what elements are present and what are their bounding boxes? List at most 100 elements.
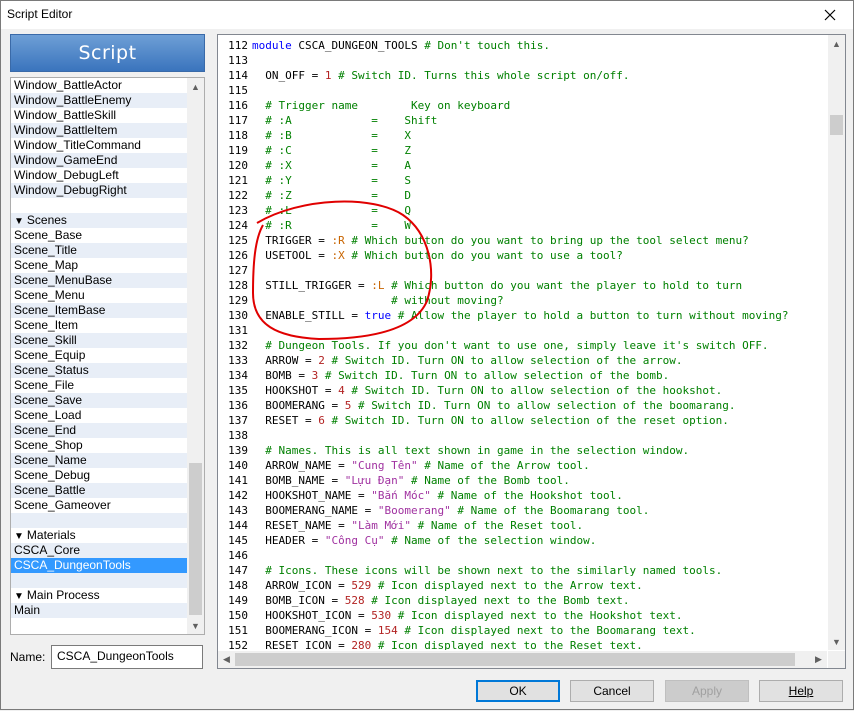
- list-item[interactable]: Scene_MenuBase: [11, 273, 187, 288]
- list-item[interactable]: Scene_ItemBase: [11, 303, 187, 318]
- list-item[interactable]: CSCA_Core: [11, 543, 187, 558]
- list-item[interactable]: Scene_File: [11, 378, 187, 393]
- collapse-triangle-icon[interactable]: ▼: [14, 591, 24, 602]
- code-line[interactable]: 124 # :R = W: [218, 218, 411, 233]
- code-line[interactable]: 119 # :C = Z: [218, 143, 411, 158]
- code-line[interactable]: 150 HOOKSHOT_ICON = 530 # Icon displayed…: [218, 608, 682, 623]
- script-list[interactable]: Window_BattleActor Window_BattleEnemy Wind…: [10, 77, 205, 635]
- scroll-up-icon[interactable]: ▲: [828, 35, 845, 52]
- code-line[interactable]: 139 # Names. This is all text shown in g…: [218, 443, 689, 458]
- code-line[interactable]: 140 ARROW_NAME = "Cung Tên" # Name of th…: [218, 458, 590, 473]
- code-line[interactable]: 121 # :Y = S: [218, 173, 411, 188]
- code-line[interactable]: 117 # :A = Shift: [218, 113, 437, 128]
- line-number: 127: [228, 264, 248, 277]
- code-line[interactable]: 136 BOOMERANG = 5 # Switch ID. Turn ON t…: [218, 398, 735, 413]
- scroll-thumb[interactable]: [189, 463, 202, 615]
- collapse-triangle-icon[interactable]: ▼: [14, 531, 24, 542]
- code-line[interactable]: 149 BOMB_ICON = 528 # Icon displayed nex…: [218, 593, 629, 608]
- code-line[interactable]: 143 BOOMERANG_NAME = "Boomerang" # Name …: [218, 503, 649, 518]
- list-section-header[interactable]: ▼ Scenes: [11, 213, 187, 228]
- list-item[interactable]: Window_BattleSkill: [11, 108, 187, 123]
- scroll-left-icon[interactable]: ◀: [218, 651, 235, 668]
- editor-vertical-scrollbar[interactable]: ▲ ▼: [828, 35, 845, 650]
- code-line[interactable]: 116 # Trigger name Key on keyboard: [218, 98, 510, 113]
- collapse-triangle-icon[interactable]: ▼: [14, 216, 24, 227]
- code-line[interactable]: 144 RESET_NAME = "Làm Mới" # Name of the…: [218, 518, 583, 533]
- code-line[interactable]: 145 HEADER = "Công Cụ" # Name of the sel…: [218, 533, 596, 548]
- list-item[interactable]: Window_DebugLeft: [11, 168, 187, 183]
- list-item[interactable]: Scene_Map: [11, 258, 187, 273]
- list-item[interactable]: Scene_Base: [11, 228, 187, 243]
- code-line[interactable]: 151 BOOMERANG_ICON = 154 # Icon displaye…: [218, 623, 696, 638]
- scroll-thumb[interactable]: [235, 653, 795, 666]
- list-item[interactable]: Window_GameEnd: [11, 153, 187, 168]
- code-line[interactable]: 126 USETOOL = :X # Which button do you w…: [218, 248, 623, 263]
- list-item[interactable]: Window_TitleCommand: [11, 138, 187, 153]
- code-line[interactable]: 141 BOMB_NAME = "Lựu Đạn" # Name of the …: [218, 473, 570, 488]
- code-area[interactable]: 112 module CSCA_DUNGEON_TOOLS # Don't tou…: [218, 35, 827, 650]
- code-line[interactable]: 129 # without moving?: [218, 293, 504, 308]
- code-line[interactable]: 130 ENABLE_STILL = true # Allow the play…: [218, 308, 788, 323]
- list-item[interactable]: Scene_Load: [11, 408, 187, 423]
- name-input[interactable]: [52, 646, 201, 666]
- code-line[interactable]: 123 # :L = Q: [218, 203, 411, 218]
- list-item[interactable]: Scene_Status: [11, 363, 187, 378]
- list-item[interactable]: CSCA_DungeonTools: [11, 558, 187, 573]
- code-line[interactable]: 146: [218, 548, 252, 563]
- code-line[interactable]: 128 STILL_TRIGGER = :L # Which button do…: [218, 278, 742, 293]
- code-line[interactable]: 120 # :X = A: [218, 158, 411, 173]
- list-item[interactable]: Scene_End: [11, 423, 187, 438]
- close-button[interactable]: [807, 1, 853, 29]
- list-item[interactable]: Scene_Name: [11, 453, 187, 468]
- code-line[interactable]: 133 ARROW = 2 # Switch ID. Turn ON to al…: [218, 353, 682, 368]
- code-line[interactable]: 142 HOOKSHOT_NAME = "Bắn Móc" # Name of …: [218, 488, 623, 503]
- list-item[interactable]: Window_BattleItem: [11, 123, 187, 138]
- list-item[interactable]: Scene_Menu: [11, 288, 187, 303]
- scroll-thumb[interactable]: [830, 115, 843, 135]
- list-item[interactable]: Scene_Skill: [11, 333, 187, 348]
- list-item[interactable]: Window_DebugRight: [11, 183, 187, 198]
- ok-button[interactable]: OK: [476, 680, 560, 702]
- code-line[interactable]: 148 ARROW_ICON = 529 # Icon displayed ne…: [218, 578, 643, 593]
- list-item[interactable]: Scene_Save: [11, 393, 187, 408]
- code-editor[interactable]: 112 module CSCA_DUNGEON_TOOLS # Don't tou…: [217, 34, 846, 669]
- list-item[interactable]: Main: [11, 603, 187, 618]
- scroll-right-icon[interactable]: ▶: [810, 651, 827, 668]
- code-line[interactable]: 137 RESET = 6 # Switch ID. Turn ON to al…: [218, 413, 729, 428]
- code-line[interactable]: 118 # :B = X: [218, 128, 411, 143]
- help-button[interactable]: Help: [759, 680, 843, 702]
- code-line[interactable]: 132 # Dungeon Tools. If you don't want t…: [218, 338, 768, 353]
- list-item[interactable]: Scene_Battle: [11, 483, 187, 498]
- scroll-down-icon[interactable]: ▼: [187, 617, 204, 634]
- code-line[interactable]: 127: [218, 263, 252, 278]
- code-line[interactable]: 138: [218, 428, 252, 443]
- code-line[interactable]: 125 TRIGGER = :R # Which button do you w…: [218, 233, 749, 248]
- code-line[interactable]: 152 RESET_ICON = 280 # Icon displayed ne…: [218, 638, 643, 650]
- scroll-up-icon[interactable]: ▲: [187, 78, 204, 95]
- list-section-header[interactable]: ▼ Main Process: [11, 588, 187, 603]
- code-line[interactable]: 147 # Icons. These icons will be shown n…: [218, 563, 722, 578]
- code-line[interactable]: 135 HOOKSHOT = 4 # Switch ID. Turn ON to…: [218, 383, 722, 398]
- name-field[interactable]: [51, 645, 203, 669]
- script-list-scrollbar[interactable]: ▲ ▼: [187, 78, 204, 634]
- list-item[interactable]: Scene_Shop: [11, 438, 187, 453]
- list-item[interactable]: Window_BattleEnemy: [11, 93, 187, 108]
- list-item[interactable]: Scene_Item: [11, 318, 187, 333]
- code-line[interactable]: 115: [218, 83, 252, 98]
- code-line[interactable]: 134 BOMB = 3 # Switch ID. Turn ON to all…: [218, 368, 669, 383]
- apply-button[interactable]: Apply: [665, 680, 749, 702]
- cancel-button[interactable]: Cancel: [570, 680, 654, 702]
- code-line[interactable]: 113: [218, 53, 252, 68]
- code-line[interactable]: 114 ON_OFF = 1 # Switch ID. Turns this w…: [218, 68, 629, 83]
- list-section-header[interactable]: ▼ Materials: [11, 528, 187, 543]
- scroll-down-icon[interactable]: ▼: [828, 633, 845, 650]
- list-item[interactable]: Window_BattleActor: [11, 78, 187, 93]
- list-item[interactable]: Scene_Debug: [11, 468, 187, 483]
- editor-horizontal-scrollbar[interactable]: ◀ ▶: [218, 651, 827, 668]
- code-line[interactable]: 122 # :Z = D: [218, 188, 411, 203]
- list-item[interactable]: Scene_Title: [11, 243, 187, 258]
- code-line[interactable]: 112 module CSCA_DUNGEON_TOOLS # Don't tou…: [218, 38, 550, 53]
- list-item[interactable]: Scene_Gameover: [11, 498, 187, 513]
- list-item[interactable]: Scene_Equip: [11, 348, 187, 363]
- code-line[interactable]: 131: [218, 323, 252, 338]
